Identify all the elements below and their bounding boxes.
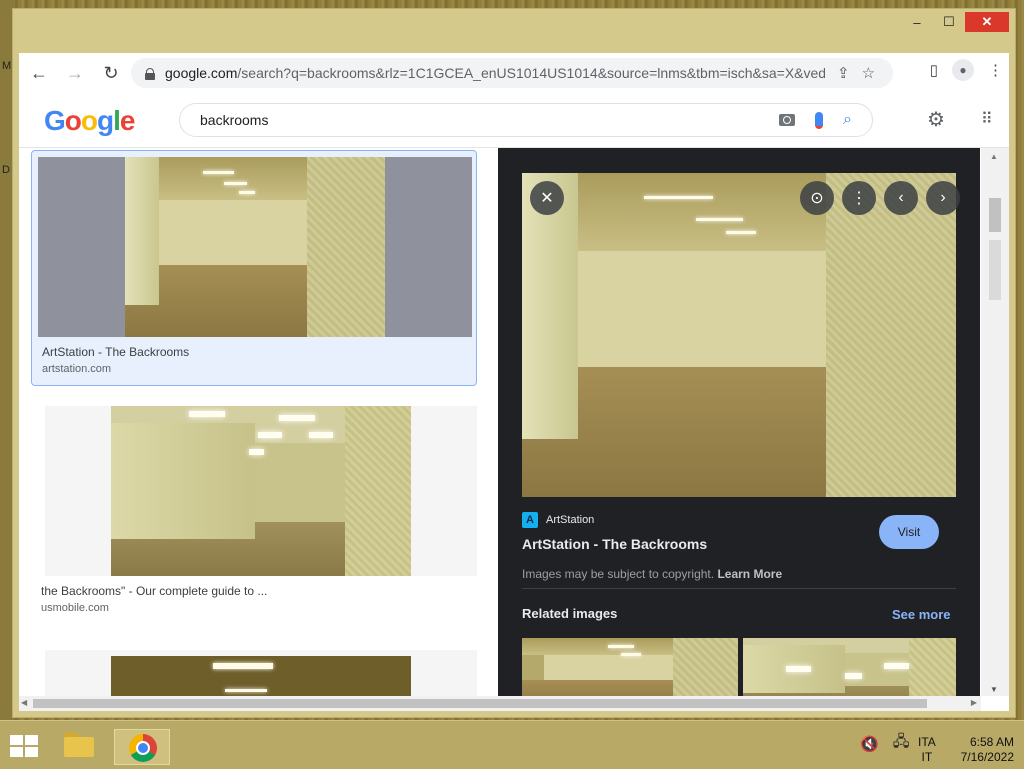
see-more-link[interactable]: See more — [892, 607, 951, 622]
source-row[interactable]: A ArtStation — [522, 512, 594, 528]
lock-icon[interactable] — [145, 67, 155, 80]
volume-muted-icon[interactable]: 🔇 — [860, 735, 879, 753]
network-icon[interactable]: 🖧 — [893, 731, 910, 756]
language-indicator[interactable]: ITA IT — [918, 735, 936, 765]
url-host: google.com — [165, 65, 238, 81]
logo-letter: l — [113, 105, 121, 136]
language-code: ITA — [918, 735, 936, 749]
reload-button[interactable]: ↻ — [95, 57, 127, 89]
result-title[interactable]: ArtStation - The Backrooms — [42, 345, 476, 359]
apps-grid-icon[interactable]: ⠿ — [981, 109, 993, 129]
desktop-icon-label: D — [2, 164, 10, 176]
copyright-text: Images may be subject to copyright. — [522, 567, 715, 581]
keyboard-layout: IT — [921, 750, 933, 764]
gear-icon[interactable]: ⚙ — [927, 107, 945, 132]
chevron-left-icon[interactable]: ‹ — [884, 181, 918, 215]
close-icon[interactable]: ✕ — [530, 181, 564, 215]
clock-date: 7/16/2022 — [960, 750, 1014, 764]
browser-toolbar: ← → ↻ google.com/search?q=backrooms&rlz=… — [19, 53, 1009, 93]
forward-button[interactable]: → — [59, 57, 91, 89]
result-card[interactable] — [31, 644, 477, 696]
scroll-down-icon[interactable]: ▼ — [990, 685, 998, 694]
result-thumbnail[interactable] — [45, 406, 477, 576]
source-name[interactable]: ArtStation — [546, 514, 594, 526]
scroll-left-icon[interactable]: ◀ — [21, 698, 27, 707]
back-button[interactable]: ← — [23, 57, 55, 89]
close-window-button[interactable]: ✕ — [965, 12, 1009, 32]
image-preview-panel: ✕ ⊙ ⋮ ‹ › A ArtStation ArtStation - The … — [498, 148, 980, 696]
bookmark-star-icon[interactable]: ☆ — [862, 64, 875, 82]
toolbar-actions: ▯ ● ⋮ — [930, 59, 1003, 81]
clock[interactable]: 6:58 AM 7/16/2022 — [950, 735, 1014, 765]
system-tray: 🔇 🖧 — [860, 731, 909, 756]
image-results: ArtStation - The Backrooms artstation.co… — [19, 148, 491, 696]
visit-button[interactable]: Visit — [879, 515, 939, 549]
maximize-button[interactable]: ☐ — [933, 12, 965, 32]
learn-more-link[interactable]: Learn More — [717, 567, 782, 581]
chevron-right-icon[interactable]: › — [926, 181, 960, 215]
side-panel-icon[interactable]: ▯ — [930, 61, 938, 79]
search-box-icons: ⌕ — [779, 111, 852, 129]
scroll-track[interactable] — [989, 240, 1001, 300]
url-text[interactable]: google.com/search?q=backrooms&rlz=1C1GCE… — [165, 65, 825, 81]
artstation-logo-icon: A — [522, 512, 538, 528]
clock-time: 6:58 AM — [969, 735, 1014, 749]
logo-letter: o — [80, 105, 98, 136]
lens-icon[interactable]: ⊙ — [800, 181, 834, 215]
backrooms-image — [111, 406, 411, 576]
more-options-icon[interactable]: ⋮ — [842, 181, 876, 215]
result-card[interactable]: ArtStation - The Backrooms artstation.co… — [31, 150, 477, 386]
microphone-icon[interactable] — [815, 111, 824, 129]
google-logo[interactable]: Google — [44, 105, 136, 137]
search-icon[interactable]: ⌕ — [843, 111, 852, 129]
minimize-button[interactable]: – — [901, 12, 933, 32]
result-site[interactable]: artstation.com — [42, 363, 476, 375]
chrome-icon — [129, 734, 157, 762]
scroll-right-icon[interactable]: ▶ — [971, 698, 977, 707]
chrome-taskbar-button[interactable] — [114, 729, 170, 765]
share-icon[interactable]: ⇪ — [837, 64, 850, 82]
copyright-notice: Images may be subject to copyright. Lear… — [522, 567, 782, 581]
google-header: Google backrooms ⌕ ⚙ ⠿ — [19, 93, 1009, 148]
windows-start-icon[interactable] — [10, 735, 38, 757]
camera-icon[interactable] — [779, 114, 796, 126]
backrooms-image — [111, 656, 411, 696]
result-title[interactable]: the Backrooms" - Our complete guide to .… — [41, 584, 477, 598]
result-site[interactable]: usmobile.com — [41, 602, 477, 614]
search-input[interactable]: backrooms ⌕ — [179, 103, 873, 137]
file-explorer-icon[interactable] — [62, 731, 96, 759]
address-bar[interactable]: google.com/search?q=backrooms&rlz=1C1GCE… — [131, 58, 893, 88]
vertical-scrollbar[interactable]: ▲ ▼ — [981, 148, 1009, 696]
preview-image[interactable] — [522, 173, 956, 497]
url-path: /search?q=backrooms&rlz=1C1GCEA_enUS1014… — [237, 65, 825, 81]
profile-avatar-icon[interactable]: ● — [952, 59, 974, 81]
search-query[interactable]: backrooms — [200, 112, 779, 128]
scroll-thumb[interactable] — [989, 198, 1001, 232]
browser-viewport: ← → ↻ google.com/search?q=backrooms&rlz=… — [19, 53, 1009, 711]
desktop-icon-label: M — [2, 60, 12, 72]
divider — [522, 588, 956, 589]
window-controls: – ☐ ✕ — [901, 12, 1009, 32]
logo-letter: G — [44, 105, 66, 136]
related-image[interactable] — [743, 638, 956, 696]
scroll-thumb[interactable] — [33, 699, 927, 708]
taskbar: 🔇 🖧 ITA IT 6:58 AM 7/16/2022 — [0, 720, 1024, 769]
horizontal-scrollbar[interactable]: ◀ ▶ — [19, 696, 981, 711]
logo-letter: g — [97, 105, 114, 136]
logo-letter: e — [119, 105, 136, 136]
related-image[interactable] — [522, 638, 738, 696]
result-card[interactable]: the Backrooms" - Our complete guide to .… — [31, 400, 477, 630]
result-thumbnail[interactable] — [38, 157, 472, 337]
scroll-up-icon[interactable]: ▲ — [990, 152, 998, 161]
logo-letter: o — [64, 105, 82, 136]
backrooms-image — [125, 157, 385, 337]
browser-window: – ☐ ✕ ← → ↻ google.com/search?q=backroom… — [12, 8, 1016, 718]
related-images-heading: Related images — [522, 606, 618, 621]
preview-title[interactable]: ArtStation - The Backrooms — [522, 536, 707, 552]
browser-menu-icon[interactable]: ⋮ — [988, 61, 1003, 79]
result-thumbnail[interactable] — [45, 650, 477, 696]
